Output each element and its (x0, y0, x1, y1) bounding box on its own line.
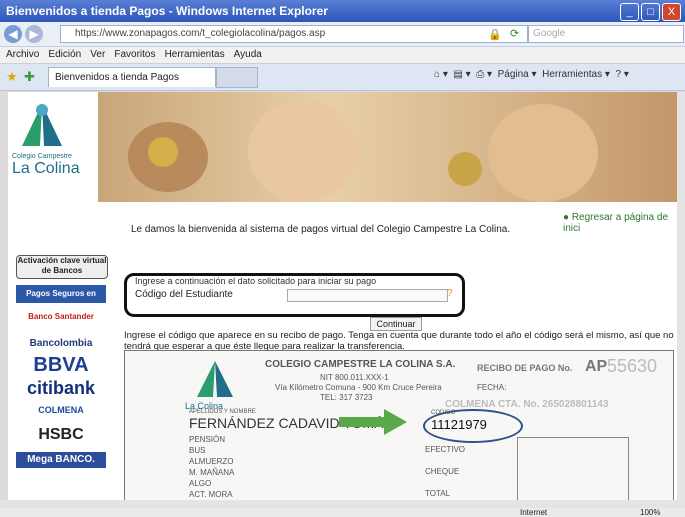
bank-bancolombia[interactable]: Bancolombia (16, 338, 106, 349)
home-icon[interactable]: ⌂ ▾ (434, 69, 448, 80)
print-icon[interactable]: ⎙ ▾ (476, 69, 492, 80)
receipt-number: 55630 (607, 356, 658, 376)
banner-photo (98, 92, 677, 202)
receipt-address: Vía Kilómetro Comuna - 900 Km Cruce Pere… (275, 383, 442, 392)
minimize-button[interactable]: _ (620, 3, 639, 21)
new-tab-button[interactable] (216, 67, 258, 88)
child-photo-2 (248, 100, 358, 202)
receipt-fecha: FECHA: (477, 383, 507, 392)
receipt-label: RECIBO DE PAGO No. (477, 363, 573, 373)
receipt-amount-box (517, 437, 629, 500)
receipt-prefix: AP (585, 358, 608, 375)
menu-ver[interactable]: Ver (90, 47, 105, 63)
bank-hsbc[interactable]: HSBC (16, 426, 106, 444)
receipt-codigo-label: CODIGO (431, 410, 456, 416)
lock-icon[interactable]: 🔒 (488, 28, 502, 41)
bank-bbva[interactable]: BBVA (16, 354, 106, 377)
school-logo[interactable]: Colegio Campestre La Colina (12, 102, 92, 192)
receipt-item: ACT. MORA (189, 490, 233, 499)
add-favorite-icon[interactable]: ✚ (24, 69, 35, 85)
receipt-item: M. MAÑANA (189, 468, 235, 477)
receipt-image: La Colina COLEGIO CAMPESTRE LA COLINA S.… (124, 350, 674, 500)
address-bar: ◀ ▶ https://www.zonapagos.com/t_colegiol… (0, 22, 685, 47)
close-button[interactable]: X (662, 3, 681, 21)
welcome-text: Le damos la bienvenida al sistema de pag… (131, 224, 511, 235)
school-logo-mark-icon (22, 104, 62, 146)
payment-label: CHEQUE (425, 467, 460, 476)
status-bar: Internet 100% (0, 508, 685, 517)
maximize-button[interactable]: □ (641, 3, 660, 21)
help-icon[interactable]: ? (447, 288, 453, 299)
bank-megabanco[interactable]: Mega BANCO. (16, 452, 106, 468)
payment-label: EFECTIVO (425, 445, 466, 454)
student-code-form: Ingrese a continuación el dato solicitad… (124, 273, 465, 317)
child-photo-3 (488, 104, 598, 202)
student-code-input[interactable] (287, 289, 448, 302)
receipt-item: BUS (189, 446, 206, 455)
horizontal-scrollbar[interactable] (0, 500, 685, 508)
instructions-text: Ingrese el código que aparece en su reci… (124, 330, 674, 352)
medal-icon (448, 152, 482, 186)
url-input[interactable]: https://www.zonapagos.com/t_colegiolacol… (60, 25, 528, 43)
menu-herramientas[interactable]: Herramientas (165, 47, 225, 63)
payment-label: TOTAL (425, 489, 451, 498)
favorites-star-icon[interactable]: ★ (6, 69, 18, 85)
receipt-nit: NIT 800.011.XXX-1 (320, 373, 389, 382)
activacion-clave-button[interactable]: Activación clave virtual de Bancos (16, 255, 108, 279)
form-instruction: Ingrese a continuación el dato solicitad… (135, 276, 377, 286)
vertical-scrollbar[interactable] (677, 92, 685, 500)
search-input[interactable]: Google (528, 25, 684, 43)
page-content: Colegio Campestre La Colina ● Regresar a… (8, 92, 677, 500)
receipt-tel: TEL: 317 3723 (320, 393, 373, 402)
zoom-level[interactable]: 100% (640, 508, 660, 517)
receipt-item: ALGO (189, 479, 212, 488)
window-title: Bienvenidos a tienda Pagos - Windows Int… (6, 4, 328, 18)
menu-bar: Archivo Edición Ver Favoritos Herramient… (0, 47, 685, 64)
page-menu[interactable]: Página (498, 69, 529, 80)
logo-small-text: Colegio Campestre (12, 153, 72, 160)
bank-citibank[interactable]: citibank (16, 378, 106, 399)
menu-ayuda[interactable]: Ayuda (234, 47, 262, 63)
tools-menu[interactable]: Herramientas (542, 69, 602, 80)
logo-name: La Colina (12, 160, 80, 177)
receipt-item: PENSIÓN (189, 435, 226, 444)
menu-favoritos[interactable]: Favoritos (114, 47, 155, 63)
receipt-school-name: COLEGIO CAMPESTRE LA COLINA S.A. (265, 359, 456, 370)
pse-button[interactable]: Pagos Seguros en Línea PSE (16, 285, 106, 316)
receipt-logo-icon (197, 361, 233, 397)
window-title-bar: Bienvenidos a tienda Pagos - Windows Int… (0, 0, 685, 22)
medal-icon (148, 137, 178, 167)
tab-bar: ★ ✚ Bienvenidos a tienda Pagos ⌂ ▾ ▤ ▾ ⎙… (0, 64, 685, 91)
command-bar: ⌂ ▾ ▤ ▾ ⎙ ▾ Página ▾ Herramientas ▾ ? ▾ (434, 69, 629, 80)
browser-tab[interactable]: Bienvenidos a tienda Pagos (48, 67, 216, 87)
refresh-icon[interactable]: ⟳ (510, 27, 519, 40)
bank-colmena[interactable]: COLMENA (16, 405, 106, 415)
back-button[interactable]: ◀ (4, 25, 22, 43)
student-code: 11121979 (431, 417, 487, 432)
continue-button[interactable]: Continuar (370, 317, 422, 331)
student-code-label: Código del Estudiante (135, 289, 233, 300)
bank-santander[interactable]: Banco Santander (16, 312, 106, 321)
menu-edicion[interactable]: Edición (48, 47, 81, 63)
forward-button[interactable]: ▶ (25, 25, 43, 43)
feeds-icon[interactable]: ▤ ▾ (453, 69, 470, 80)
receipt-item: ALMUERZO (189, 457, 234, 466)
security-zone: Internet (520, 508, 548, 517)
green-arrow-icon (339, 409, 407, 435)
menu-archivo[interactable]: Archivo (6, 47, 39, 63)
help-icon[interactable]: ? ▾ (615, 69, 628, 80)
